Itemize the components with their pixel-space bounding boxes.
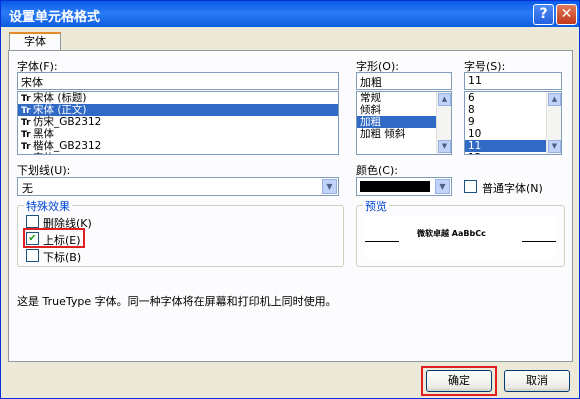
list-item[interactable]: Tr 楷体_GB2312 bbox=[18, 140, 338, 152]
preview-title: 预览 bbox=[363, 198, 389, 214]
close-button[interactable]: ✕ bbox=[556, 4, 577, 25]
size-list[interactable]: 6 8 9 10 11 12 ▲ ▼ bbox=[464, 91, 562, 155]
window-title: 设置单元格格式 bbox=[9, 10, 101, 25]
color-select[interactable]: ▼ bbox=[356, 177, 452, 196]
scroll-down-icon[interactable]: ▼ bbox=[548, 140, 561, 153]
list-item[interactable]: Tr 黑体 bbox=[18, 128, 338, 140]
chevron-down-icon[interactable]: ▼ bbox=[322, 179, 337, 194]
font-input[interactable]: 宋体 bbox=[17, 72, 339, 90]
list-item[interactable]: Tr 宋体 (正文) bbox=[18, 104, 338, 116]
color-swatch bbox=[360, 181, 430, 192]
scroll-down-icon[interactable]: ▼ bbox=[438, 140, 451, 153]
title-bar: 设置单元格格式 ? ✕ bbox=[1, 1, 579, 27]
preview-group: 预览 微软卓越 AaBbCc bbox=[356, 198, 565, 267]
list-item[interactable]: Tr宋体 bbox=[18, 152, 338, 154]
size-input[interactable]: 11 bbox=[464, 72, 562, 90]
style-scrollbar[interactable]: ▲ ▼ bbox=[436, 92, 451, 154]
subscript-checkbox[interactable] bbox=[26, 249, 39, 262]
underline-label: 下划线(U): bbox=[17, 164, 71, 177]
subscript-label: 下标(B) bbox=[43, 251, 82, 264]
size-scrollbar[interactable]: ▲ ▼ bbox=[546, 92, 561, 154]
preview-sample: 微软卓越 AaBbCc bbox=[417, 229, 486, 238]
style-input[interactable]: 加粗 bbox=[356, 72, 452, 90]
strikethrough-checkbox[interactable] bbox=[26, 215, 39, 228]
help-button[interactable]: ? bbox=[533, 4, 554, 25]
font-tab-panel: 字体(F): 宋体 Tr 宋体 (标题) Tr 宋体 (正文) Tr 仿宋_GB231… bbox=[8, 50, 573, 362]
style-list[interactable]: 常规 倾斜 加粗 加粗 倾斜 ▲ ▼ bbox=[356, 91, 452, 155]
truetype-note: 这是 TrueType 字体。同一种字体将在屏幕和打印机上同时使用。 bbox=[17, 295, 337, 308]
tab-font[interactable]: 字体 bbox=[9, 32, 61, 51]
normal-font-label: 普通字体(N) bbox=[482, 182, 543, 195]
ok-highlight bbox=[421, 366, 497, 396]
normal-font-checkbox[interactable] bbox=[464, 180, 477, 193]
scroll-up-icon[interactable]: ▲ bbox=[548, 93, 561, 106]
list-item[interactable]: Tr 宋体 (标题) bbox=[18, 92, 338, 104]
list-item[interactable]: Tr 仿宋_GB2312 bbox=[18, 116, 338, 128]
underline-select[interactable]: 无 ▼ bbox=[17, 177, 339, 196]
cancel-button[interactable]: 取消 bbox=[504, 370, 570, 392]
color-label: 颜色(C): bbox=[356, 164, 398, 177]
truetype-icon: Tr bbox=[21, 153, 33, 154]
font-dialog: 设置单元格格式 ? ✕ 字体 字体(F): 宋体 Tr 宋体 (标题) Tr 宋体 … bbox=[0, 0, 580, 399]
scroll-up-icon[interactable]: ▲ bbox=[438, 93, 451, 106]
effects-title: 特殊效果 bbox=[24, 198, 72, 214]
superscript-highlight bbox=[23, 228, 85, 248]
chevron-down-icon[interactable]: ▼ bbox=[435, 179, 450, 194]
preview-box: 微软卓越 AaBbCc bbox=[365, 216, 556, 258]
underline-value: 无 bbox=[22, 182, 33, 195]
font-list[interactable]: Tr 宋体 (标题) Tr 宋体 (正文) Tr 仿宋_GB2312 Tr 黑体 Tr 楷… bbox=[17, 91, 339, 155]
